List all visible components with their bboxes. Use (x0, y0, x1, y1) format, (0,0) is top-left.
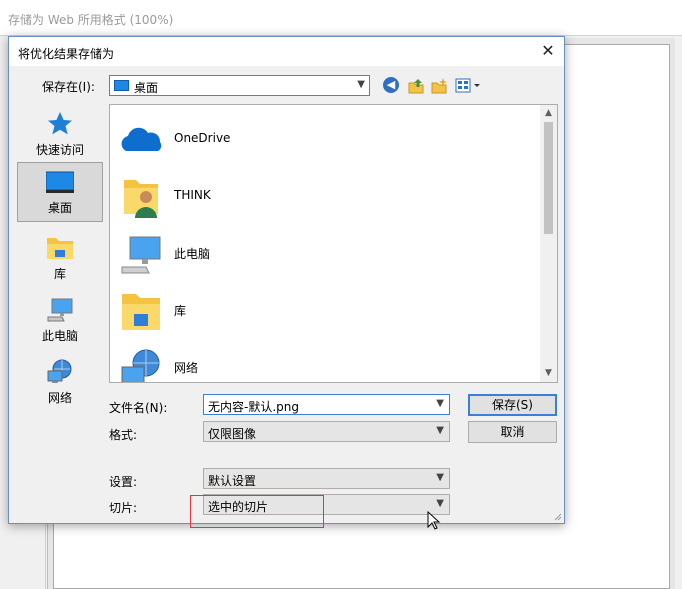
view-grid-icon (455, 78, 480, 93)
close-icon[interactable]: ✕ (540, 43, 556, 59)
view-menu-button[interactable] (455, 77, 483, 95)
place-network[interactable]: 网络 (17, 353, 103, 413)
filename-value: 无内容-默认.png (208, 400, 299, 414)
file-item-name: OneDrive (174, 131, 231, 145)
dialog-titlebar: 将优化结果存储为 ✕ (9, 37, 564, 66)
settings-dropdown[interactable]: 默认设置 ▼ (203, 468, 450, 489)
network-icon (118, 347, 164, 382)
desktop-icon (114, 80, 129, 91)
file-item-think[interactable]: THINK (116, 170, 536, 224)
save-for-web-title: 存储为 Web 所用格式 (100%) (8, 13, 174, 27)
settings-value: 默认设置 (208, 474, 257, 488)
file-item-name: THINK (174, 188, 211, 202)
save-button[interactable]: 保存(S) (468, 394, 557, 416)
new-folder-icon (431, 78, 447, 94)
up-folder-button[interactable] (407, 77, 425, 95)
save-in-label: 保存在(I): (42, 80, 95, 94)
chevron-down-icon: ▼ (436, 498, 444, 509)
cancel-button[interactable]: 取消 (468, 421, 557, 443)
file-item-onedrive[interactable]: OneDrive (116, 113, 536, 167)
desktop-icon (45, 169, 75, 195)
chevron-down-icon[interactable]: ▼ (436, 398, 444, 409)
filename-input[interactable]: 无内容-默认.png ▼ (203, 394, 450, 415)
place-label: 库 (53, 267, 66, 281)
save-for-web-titlebar: 存储为 Web 所用格式 (100%) (0, 0, 682, 36)
library-folder-icon (118, 290, 164, 334)
annotation-highlight-box (190, 495, 324, 528)
chevron-down-icon: ▼ (436, 472, 444, 483)
resize-grip-icon[interactable] (552, 511, 562, 521)
place-desktop[interactable]: 桌面 (17, 162, 103, 222)
up-folder-icon (408, 79, 424, 94)
place-label: 快速访问 (35, 143, 84, 157)
save-in-value: 桌面 (134, 81, 159, 95)
back-arrow-icon: ◀ (383, 77, 399, 93)
place-label: 桌面 (47, 201, 72, 215)
format-label: 格式: (109, 428, 138, 442)
file-item-name: 网络 (174, 361, 199, 375)
onedrive-cloud-icon (118, 119, 164, 163)
scrollbar-thumb[interactable] (544, 122, 553, 234)
scroll-up-icon[interactable]: ▲ (540, 105, 557, 122)
place-quick-access[interactable]: 快速访问 (17, 105, 103, 165)
format-dropdown[interactable]: 仅限图像 ▼ (203, 421, 450, 442)
new-folder-button[interactable] (430, 77, 448, 95)
file-item-library[interactable]: 库 (116, 284, 536, 338)
file-item-name: 库 (174, 304, 187, 318)
file-list-scrollbar[interactable]: ▲ ▼ (540, 105, 557, 382)
mouse-cursor-icon (427, 511, 441, 530)
format-value: 仅限图像 (208, 427, 257, 441)
file-list[interactable]: OneDrive THINK 此电脑 库 网络 ▲ ▼ (109, 104, 558, 383)
save-in-dropdown[interactable]: 桌面 ▼ (109, 75, 370, 96)
star-icon (46, 111, 74, 137)
chevron-down-icon: ▼ (436, 425, 444, 436)
file-item-name: 此电脑 (174, 247, 211, 261)
place-this-pc[interactable]: 此电脑 (17, 291, 103, 351)
network-icon (46, 359, 74, 385)
file-item-network[interactable]: 网络 (116, 341, 536, 382)
library-folder-icon (46, 235, 74, 261)
scroll-down-icon[interactable]: ▼ (540, 365, 557, 382)
place-library[interactable]: 库 (17, 229, 103, 289)
save-optimized-dialog: 将优化结果存储为 ✕ 保存在(I): 桌面 ▼ ◀ 快速访问 桌面 库 此电脑 … (8, 36, 565, 530)
places-bar: 快速访问 桌面 库 此电脑 网络 (15, 105, 106, 405)
filename-label: 文件名(N): (109, 401, 168, 415)
computer-icon (118, 233, 164, 277)
file-item-this-pc[interactable]: 此电脑 (116, 227, 536, 281)
dialog-title: 将优化结果存储为 (18, 47, 115, 61)
computer-icon (46, 297, 74, 323)
place-label: 此电脑 (41, 329, 78, 343)
chevron-down-icon: ▼ (357, 79, 365, 90)
back-button[interactable]: ◀ (383, 77, 401, 95)
place-label: 网络 (47, 391, 72, 405)
settings-label: 设置: (109, 475, 138, 489)
slices-label: 切片: (109, 501, 138, 515)
user-folder-icon (118, 176, 164, 220)
